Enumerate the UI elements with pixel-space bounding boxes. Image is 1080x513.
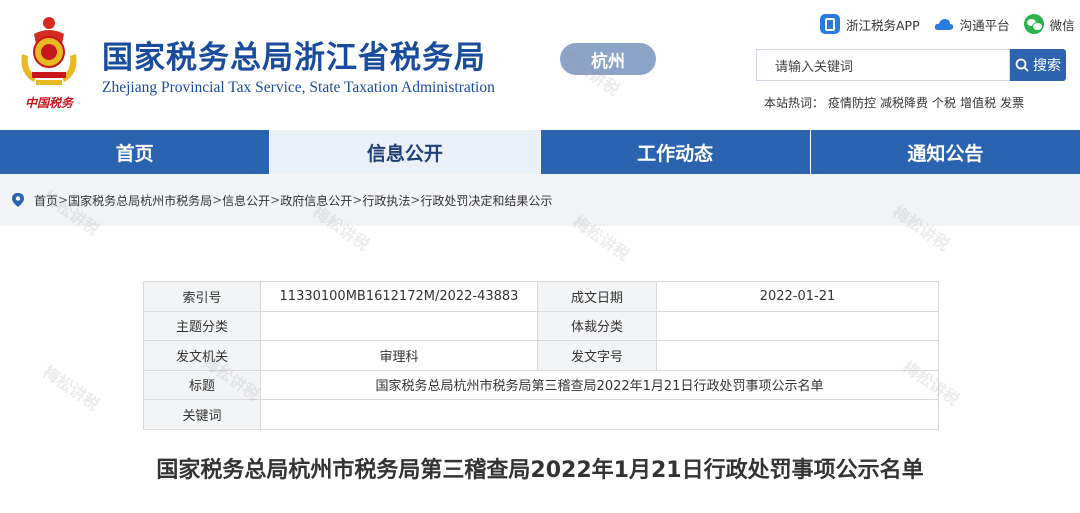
docno-value	[656, 340, 939, 371]
city-badge[interactable]: 杭州	[560, 43, 656, 75]
hot-word[interactable]: 发票	[1000, 94, 1024, 111]
hot-words-label: 本站热词：	[764, 96, 825, 110]
breadcrumb-separator: >	[410, 193, 421, 207]
breadcrumb-item[interactable]: 首页	[34, 192, 58, 209]
document-title: 国家税务总局杭州市税务局第三稽查局2022年1月21日行政处罚事项公示名单	[156, 458, 924, 483]
wechat-icon	[1023, 14, 1044, 34]
breadcrumb-separator: >	[352, 193, 363, 207]
keywords-value	[260, 399, 939, 430]
table-row: 发文机关 审理科 发文字号	[143, 340, 939, 371]
issuer-label: 发文机关	[143, 340, 261, 371]
watermark: 梅松讲税	[39, 362, 103, 415]
table-row: 主题分类 体裁分类	[143, 310, 939, 341]
genre-value	[656, 310, 939, 341]
hot-word[interactable]: 增值税	[960, 94, 996, 111]
topic-value	[260, 310, 538, 341]
keywords-label: 关键词	[143, 399, 261, 430]
topic-label: 主题分类	[143, 310, 261, 341]
top-link-app-label: 浙江税务APP	[846, 17, 920, 33]
date-label: 成文日期	[537, 281, 657, 312]
hot-word[interactable]: 个税	[932, 94, 956, 111]
search-button-label: 搜索	[1033, 58, 1061, 74]
date-value: 2022-01-21	[656, 281, 939, 312]
breadcrumb-item[interactable]: 行政执法	[362, 192, 410, 209]
breadcrumb-separator: >	[58, 193, 69, 207]
tax-emblem-logo[interactable]: 中国税务	[14, 14, 84, 114]
search-input[interactable]: 请输入关键词	[756, 49, 1010, 81]
search-button[interactable]: 搜索	[1010, 49, 1066, 81]
top-link-wechat-label: 微信	[1049, 17, 1075, 33]
app-icon	[820, 14, 840, 34]
table-row: 关键词	[143, 399, 939, 430]
top-links: 浙江税务APP 沟通平台 微信	[820, 14, 1075, 34]
title-value: 国家税务总局杭州市税务局第三稽查局2022年1月21日行政处罚事项公示名单	[260, 369, 939, 400]
svg-text:中国税务: 中国税务	[25, 96, 75, 110]
site-header: 中国税务 国家税务总局浙江省税务局 Zhejiang Provincial Ta…	[0, 0, 1080, 130]
table-row: 标题 国家税务总局杭州市税务局第三稽查局2022年1月21日行政处罚事项公示名单	[143, 369, 939, 400]
hot-words: 本站热词： 疫情防控 减税降费 个税 增值税 发票	[764, 94, 1024, 111]
top-link-platform-label: 沟通平台	[959, 17, 1010, 33]
index-label: 索引号	[143, 281, 261, 312]
breadcrumb-item[interactable]: 国家税务总局杭州市税务局	[68, 192, 212, 209]
location-pin-icon	[12, 193, 24, 207]
title-label: 标题	[143, 369, 261, 400]
top-link-wechat[interactable]: 微信	[1023, 14, 1075, 34]
issuer-value: 审理科	[260, 340, 538, 371]
breadcrumb-item[interactable]: 信息公开	[222, 192, 270, 209]
docno-label: 发文字号	[537, 340, 657, 371]
search-icon	[1015, 58, 1029, 72]
top-link-app[interactable]: 浙江税务APP	[820, 14, 920, 34]
genre-label: 体裁分类	[537, 310, 657, 341]
site-title-en: Zhejiang Provincial Tax Service, State T…	[102, 79, 495, 96]
hot-word[interactable]: 疫情防控	[828, 94, 876, 111]
nav-item-home[interactable]: 首页	[0, 130, 271, 174]
nav-item-notices[interactable]: 通知公告	[811, 130, 1080, 174]
document-info-table: 索引号 11330100MB1612172M/2022-43883 成文日期 2…	[143, 281, 939, 430]
hot-word[interactable]: 减税降费	[880, 94, 928, 111]
top-link-platform[interactable]: 沟通平台	[934, 15, 1010, 34]
breadcrumb-item[interactable]: 政府信息公开	[280, 192, 352, 209]
main-nav: 首页 信息公开 工作动态 通知公告	[0, 130, 1080, 174]
index-value: 11330100MB1612172M/2022-43883	[260, 281, 538, 312]
cloud-icon	[934, 19, 953, 30]
nav-item-work-news[interactable]: 工作动态	[541, 130, 811, 174]
table-row: 索引号 11330100MB1612172M/2022-43883 成文日期 2…	[143, 281, 939, 312]
breadcrumb-separator: >	[212, 193, 223, 207]
breadcrumb: 首页 > 国家税务总局杭州市税务局 > 信息公开 > 政府信息公开 > 行政执法…	[0, 174, 1080, 226]
breadcrumb-item[interactable]: 行政处罚决定和结果公示	[420, 192, 552, 209]
nav-item-info-disclosure[interactable]: 信息公开	[270, 130, 541, 174]
breadcrumb-separator: >	[270, 193, 281, 207]
site-title-cn[interactable]: 国家税务总局浙江省税务局	[102, 32, 486, 77]
